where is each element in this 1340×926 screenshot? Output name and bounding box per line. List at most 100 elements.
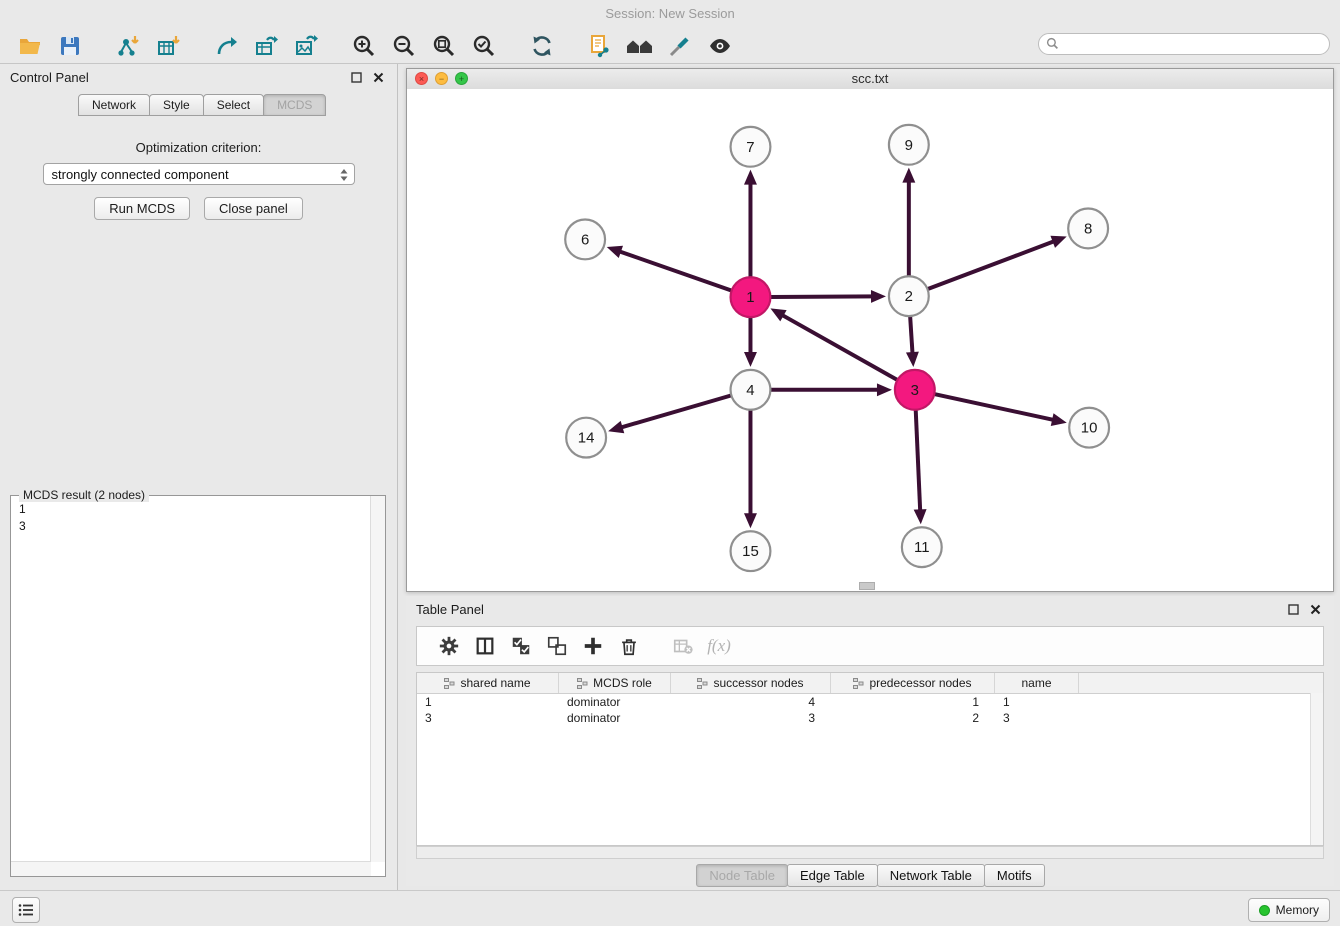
zoom-out-button[interactable] xyxy=(384,31,424,61)
graph-edge-arrow-icon xyxy=(607,246,623,258)
column-header-filler xyxy=(1079,673,1323,693)
column-header-shared-name[interactable]: shared name xyxy=(417,673,559,693)
table-horizontal-scrollbar[interactable] xyxy=(416,846,1324,859)
zoom-in-button[interactable] xyxy=(344,31,384,61)
search-input[interactable] xyxy=(1038,33,1330,55)
application-window: Session: New Session xyxy=(0,0,1340,926)
tab-network-table[interactable]: Network Table xyxy=(877,864,985,887)
tab-select[interactable]: Select xyxy=(203,94,264,116)
save-session-button[interactable] xyxy=(50,31,90,61)
column-header-predecessor-nodes[interactable]: predecessor nodes xyxy=(831,673,995,693)
graph-edge-3-11[interactable] xyxy=(916,410,921,514)
graph-node-9[interactable]: 9 xyxy=(889,125,929,165)
window-resize-grip[interactable] xyxy=(859,582,875,590)
criterion-dropdown-value: strongly connected component xyxy=(52,167,229,182)
select-all-button[interactable] xyxy=(503,631,539,661)
graph-edge-arrow-icon xyxy=(744,513,757,528)
float-table-panel-button[interactable] xyxy=(1284,600,1302,618)
first-neighbors-button[interactable] xyxy=(580,31,620,61)
refresh-layout-button[interactable] xyxy=(522,31,562,61)
graph-node-10[interactable]: 10 xyxy=(1069,408,1109,448)
zoom-in-icon xyxy=(352,34,376,58)
export-network-button[interactable] xyxy=(206,31,246,61)
trash-icon xyxy=(618,635,640,657)
close-panel-action-button[interactable]: Close panel xyxy=(204,197,303,220)
cell-mcds-role: dominator xyxy=(559,711,671,725)
float-panel-button[interactable] xyxy=(347,68,365,86)
graph-node-14[interactable]: 14 xyxy=(566,418,606,458)
deselect-all-button[interactable] xyxy=(539,631,575,661)
delete-button[interactable] xyxy=(611,631,647,661)
graph-node-11[interactable]: 11 xyxy=(902,527,942,567)
network-graph[interactable]: 7 9 6 8 1 2 4 3 14 10 15 11 xyxy=(407,89,1333,591)
result-horizontal-scrollbar[interactable] xyxy=(11,861,371,876)
table-row[interactable]: 1 dominator 4 1 1 xyxy=(417,694,1323,710)
task-history-button[interactable] xyxy=(12,897,40,923)
add-column-icon xyxy=(582,635,604,657)
tab-network[interactable]: Network xyxy=(78,94,150,116)
tab-motifs[interactable]: Motifs xyxy=(984,864,1045,887)
column-type-icon xyxy=(577,678,588,689)
tab-node-table[interactable]: Node Table xyxy=(696,864,788,887)
result-vertical-scrollbar[interactable] xyxy=(370,496,385,862)
graph-node-8[interactable]: 8 xyxy=(1068,209,1108,249)
network-canvas[interactable]: 7 9 6 8 1 2 4 3 14 10 15 11 xyxy=(407,89,1333,591)
export-image-button[interactable] xyxy=(286,31,326,61)
graph-node-4[interactable]: 4 xyxy=(731,370,771,410)
split-columns-icon xyxy=(474,635,496,657)
graph-node-label: 1 xyxy=(746,289,754,306)
add-column-button[interactable] xyxy=(575,631,611,661)
graph-edge-4-14[interactable] xyxy=(619,395,732,428)
table-settings-button[interactable] xyxy=(431,631,467,661)
run-mcds-button[interactable]: Run MCDS xyxy=(94,197,190,220)
column-header-successor-nodes[interactable]: successor nodes xyxy=(671,673,831,693)
split-columns-button[interactable] xyxy=(467,631,503,661)
close-window-button[interactable]: × xyxy=(415,72,428,85)
criterion-dropdown[interactable]: strongly connected component xyxy=(43,163,355,185)
graph-node-2[interactable]: 2 xyxy=(889,276,929,316)
graph-node-7[interactable]: 7 xyxy=(731,127,771,167)
graph-edge-3-10[interactable] xyxy=(934,394,1056,420)
tab-style[interactable]: Style xyxy=(149,94,204,116)
table-tabs: Node Table Edge Table Network Table Moti… xyxy=(406,864,1334,887)
graph-node-1[interactable]: 1 xyxy=(731,277,771,317)
refresh-layout-icon xyxy=(530,34,554,58)
graph-node-15[interactable]: 15 xyxy=(731,531,771,571)
maximize-window-button[interactable]: + xyxy=(455,72,468,85)
zoom-fit-button[interactable] xyxy=(424,31,464,61)
graph-node-label: 15 xyxy=(742,543,759,560)
zoom-fit-icon xyxy=(432,34,456,58)
graph-node-6[interactable]: 6 xyxy=(565,219,605,259)
graph-edge-1-2[interactable] xyxy=(770,296,875,297)
tab-edge-table[interactable]: Edge Table xyxy=(787,864,878,887)
table-row[interactable]: 3 dominator 3 2 3 xyxy=(417,710,1323,726)
node-table: shared name MCDS role successor nodes pr… xyxy=(416,672,1324,846)
graph-edge-3-1[interactable] xyxy=(780,314,897,380)
import-network-button[interactable] xyxy=(108,31,148,61)
table-panel-header: Table Panel xyxy=(406,596,1334,622)
graph-node-3[interactable]: 3 xyxy=(895,370,935,410)
zoom-selected-button[interactable] xyxy=(464,31,504,61)
show-hide-button[interactable] xyxy=(700,31,740,61)
graph-edge-arrow-icon xyxy=(744,170,757,185)
column-header-mcds-role[interactable]: MCDS role xyxy=(559,673,671,693)
apply-style-button[interactable] xyxy=(660,31,700,61)
table-panel-title: Table Panel xyxy=(416,602,1280,617)
graph-node-label: 10 xyxy=(1081,420,1098,437)
graph-edge-1-6[interactable] xyxy=(617,251,732,291)
close-table-panel-button[interactable] xyxy=(1306,600,1324,618)
minimize-window-button[interactable]: − xyxy=(435,72,448,85)
memory-button[interactable]: Memory xyxy=(1248,898,1330,922)
table-vertical-scrollbar[interactable] xyxy=(1310,693,1323,845)
home-layout-button[interactable] xyxy=(620,31,660,61)
close-panel-button[interactable] xyxy=(369,68,387,86)
column-header-name[interactable]: name xyxy=(995,673,1079,693)
network-window-titlebar[interactable]: × − + scc.txt xyxy=(407,69,1333,90)
memory-status-icon xyxy=(1259,905,1270,916)
graph-edge-2-8[interactable] xyxy=(927,240,1056,289)
graph-edge-2-3[interactable] xyxy=(910,316,913,356)
import-table-button[interactable] xyxy=(148,31,188,61)
export-table-button[interactable] xyxy=(246,31,286,61)
tab-mcds[interactable]: MCDS xyxy=(263,94,326,116)
open-file-button[interactable] xyxy=(10,31,50,61)
